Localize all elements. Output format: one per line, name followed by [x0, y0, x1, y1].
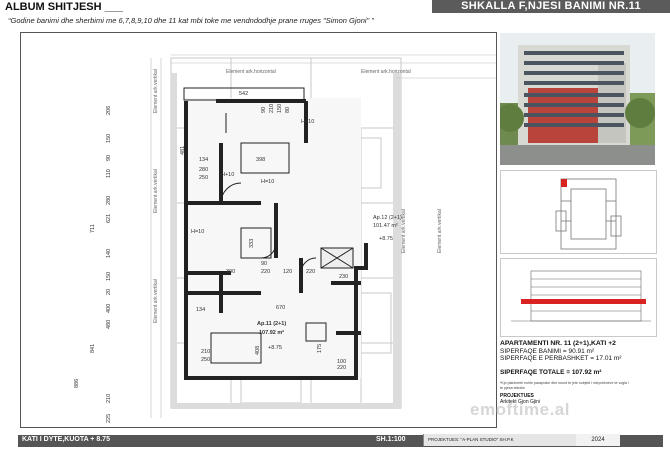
dim-inner-11: 120	[283, 269, 292, 275]
key-plan-image	[500, 170, 657, 254]
dim-left-1: 150	[106, 134, 112, 143]
album-title: ALBUM SHITJESH ___	[5, 1, 123, 13]
year-label: 2024	[576, 434, 620, 446]
dim-inner-17: 210	[201, 349, 210, 355]
label-ark-vertical-1: Element ark.vertikal	[153, 69, 159, 113]
apartment-title: APARTAMENTI NR. 11 (2+1),KATI +2	[500, 340, 616, 347]
dim-inner-2: 280	[199, 167, 208, 173]
designer-label: PROJEKTUES: "A-PLAN STUDIO" SH.P.K	[423, 434, 576, 446]
ap12-area: 101.47 m²	[373, 223, 398, 229]
dim-left-0: 206	[106, 106, 112, 115]
dim-left-5: 621	[106, 214, 112, 223]
dim-inner-8: 390	[226, 269, 235, 275]
dim-left-6: 711	[90, 224, 96, 233]
apartment-info: APARTAMENTI NR. 11 (2+1),KATI +2 SIPERFA…	[500, 340, 660, 405]
dim-left-2: 90	[106, 155, 112, 161]
dim-inner-5: H+10	[221, 172, 234, 178]
dim-inner-9: 90	[261, 261, 267, 267]
dim-top-3: 150	[277, 104, 283, 113]
dim-inner-19: 175	[317, 344, 323, 353]
dim-inner-15: 670	[276, 305, 285, 311]
dim-inner-21: 220	[337, 365, 346, 371]
footer-bar: KATI I DYTE,KUOTA + 8.75 SH.1:100 PROJEK…	[18, 434, 663, 447]
dim-inner-14: 134	[196, 307, 205, 313]
building-illustration	[500, 33, 655, 165]
dim-inner-23: H=10	[261, 179, 274, 185]
common-area: SIPERFAQE E PERBASHKET = 17.01 m²	[500, 355, 622, 362]
building-render-image	[500, 33, 655, 165]
floor-plan-drawing: Element ark.horizontal Element ark.horiz…	[74, 54, 496, 423]
key-plan-drawing	[555, 178, 622, 250]
dim-left-8: 150	[106, 272, 112, 281]
dim-inner-7: 333	[249, 239, 255, 248]
living-area: SIPERFAQE BANIMI = 90.91 m²	[500, 348, 595, 355]
dim-left-4: 280	[106, 196, 112, 205]
dim-inner-4: 398	[256, 157, 265, 163]
dim-left-14: 210	[106, 394, 112, 403]
dim-inner-13: 230	[339, 274, 348, 280]
dim-inner-18: 250	[201, 357, 210, 363]
dim-inner-10: 220	[261, 269, 270, 275]
section-drawing-image	[500, 258, 657, 337]
section-drawing	[511, 270, 651, 322]
label-ark-horizontal-1: Element ark.horizontal	[226, 69, 276, 75]
project-subtitle: “Godine banimi dhe sherbimi me 6,7,8,9,1…	[8, 16, 374, 25]
dim-inner-16: 408	[255, 346, 261, 355]
label-ark-vertical-6: Element ark.vertikal	[437, 209, 443, 253]
unit-title-bar: SHKALLA F,NJESI BANIMI NR.11	[432, 0, 670, 13]
dim-inner-6: H=10	[191, 229, 204, 235]
dim-left-15: 225	[106, 414, 112, 423]
dim-left-10: 400	[106, 304, 112, 313]
dim-top-4: 80	[285, 107, 291, 113]
floor-plan-sheet: Element ark.horizontal Element ark.horiz…	[20, 32, 497, 428]
dim-inner-12: 220	[306, 269, 315, 275]
ap11-level: +8.75	[268, 345, 282, 351]
dim-left-13: 886	[74, 379, 80, 388]
total-area: SIPERFAQE TOTALE = 107.92 m²	[500, 369, 602, 376]
watermark-text: emoftime.al	[470, 400, 570, 419]
label-ark-vertical-2: Element ark.vertikal	[153, 169, 159, 213]
dim-left-9: 20	[106, 289, 112, 295]
ap12-level: +8.75	[379, 236, 393, 242]
dim-top-2: 210	[269, 104, 275, 113]
dim-inner-1: 134	[199, 157, 208, 163]
dim-inner-22: H+10	[301, 119, 314, 125]
dim-inner-0: 481	[180, 146, 186, 155]
dim-left-11: 480	[106, 320, 112, 329]
apartment-11-plan: Ap.11 (2+1) 107.92 m² +8.75	[183, 87, 368, 380]
dim-left-7: 140	[106, 249, 112, 258]
dim-inner-3: 250	[199, 175, 208, 181]
dim-top-1: 90	[261, 107, 267, 113]
dim-left-3: 110	[106, 169, 112, 178]
plan-note: *Kjo planimetri eshte paraprake dhe mund…	[500, 381, 630, 390]
label-ark-vertical-3: Element ark.vertikal	[153, 279, 159, 323]
floor-level: KATI I DYTE,KUOTA + 8.75	[22, 436, 110, 443]
ap12-name: Ap.12 (2+1)	[373, 215, 402, 221]
ap11-name: Ap.11 (2+1)	[257, 321, 286, 327]
dim-top-0: 542	[239, 91, 248, 97]
dim-left-12: 841	[90, 344, 96, 353]
label-ark-horizontal-2: Element ark.horizontal	[361, 69, 411, 75]
ap11-area: 107.92 m²	[259, 329, 284, 336]
scale-label: SH.1:100	[376, 436, 406, 443]
